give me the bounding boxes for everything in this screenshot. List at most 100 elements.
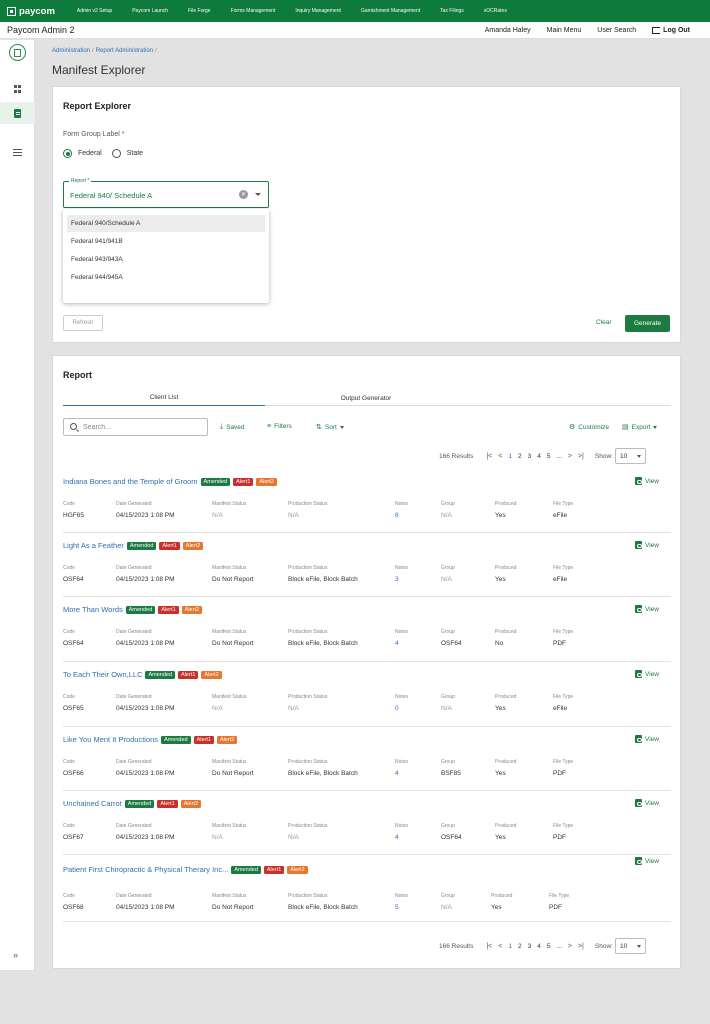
page-5[interactable]: 5	[547, 943, 551, 950]
client-name-link[interactable]: Indiana Bones and the Temple of Groom Ame…	[63, 477, 277, 486]
report-option[interactable]: Federal 943/943A	[67, 251, 265, 268]
report-option[interactable]: Federal 941/941B	[67, 233, 265, 250]
user-name[interactable]: Amanda Haley	[485, 27, 531, 34]
column-header-file-type: File Type	[553, 823, 574, 829]
page-1[interactable]: 1	[508, 943, 512, 950]
chevron-down-icon[interactable]	[255, 193, 261, 196]
page-2[interactable]: 2	[518, 453, 522, 460]
page-3[interactable]: 3	[528, 453, 532, 460]
alert2-badge: Alert2	[201, 670, 222, 679]
cell-date-generated: 04/15/2023 1:08 PM	[116, 576, 175, 583]
cell-notes[interactable]: 5	[395, 904, 399, 911]
breadcrumb-administration[interactable]: Administration	[52, 48, 90, 54]
report-select[interactable]: Report * Federal 940/ Schedule A ✕	[63, 178, 269, 208]
form-group-label: Form Group Label *	[63, 131, 125, 138]
prev-page-icon[interactable]: <	[498, 943, 502, 950]
cell-notes[interactable]: 3	[395, 576, 399, 583]
alert1-badge: Alert1	[159, 541, 180, 550]
generate-button[interactable]: Generate	[625, 315, 670, 332]
filters-button[interactable]: ≡ Filters	[267, 423, 292, 430]
last-page-icon[interactable]: >|	[578, 453, 584, 460]
radio-federal[interactable]: Federal	[63, 149, 102, 158]
view-button[interactable]: View	[635, 857, 659, 865]
main-menu-link[interactable]: Main Menu	[547, 27, 582, 34]
nav-paycom-launch[interactable]: Paycom Launch	[122, 8, 178, 14]
radio-state-indicator[interactable]	[111, 149, 121, 158]
paycom-logo[interactable]: paycom	[7, 6, 55, 17]
cell-date-generated: 04/15/2023 1:08 PM	[116, 834, 175, 841]
client-name-link[interactable]: Unchained Carrot Amended Alert1 Alert2	[63, 799, 202, 808]
nav-inquiry-management[interactable]: Inquiry Management	[285, 8, 351, 14]
client-name-link[interactable]: To Each Their Own,LLC Amended Alert1 Alert2	[63, 670, 222, 679]
cell-notes[interactable]: 8	[395, 512, 399, 519]
first-page-icon[interactable]: |<	[486, 453, 492, 460]
breadcrumb-report-administration[interactable]: Report Administration	[96, 48, 153, 54]
radio-federal-indicator[interactable]	[63, 149, 72, 158]
view-button[interactable]: View	[635, 477, 659, 485]
report-option[interactable]: Federal 940/Schedule A	[67, 215, 265, 232]
first-page-icon[interactable]: |<	[486, 943, 492, 950]
cell-notes[interactable]: 0	[395, 705, 399, 712]
client-name-link[interactable]: Light As a Feather Amended Alert1 Alert2	[63, 541, 204, 550]
column-header-group: Group	[441, 501, 455, 507]
client-name-link[interactable]: More Than Words Amended Alert1 Alert2	[63, 605, 203, 614]
client-name-link[interactable]: Patient First Chiropractic & Physical Th…	[63, 865, 308, 874]
nav-admin-v2-setup[interactable]: Admin v2 Setup	[67, 8, 122, 14]
cell-notes[interactable]: 4	[395, 834, 399, 841]
sidebar-item-list[interactable]	[0, 141, 35, 163]
view-button[interactable]: View	[635, 735, 659, 743]
logout-icon	[652, 26, 661, 34]
page-3[interactable]: 3	[528, 943, 532, 950]
cell-code: OSF64	[63, 576, 84, 583]
report-option[interactable]: Federal 944/945A	[67, 269, 265, 286]
nav-forms-management[interactable]: Forms Management	[221, 8, 286, 14]
cell-notes[interactable]: 4	[395, 640, 399, 647]
cell-group: N/A	[441, 705, 452, 712]
show-label: Show:	[594, 942, 613, 950]
customize-button[interactable]: ⚙ Customize	[569, 423, 609, 432]
cell-notes[interactable]: 4	[395, 770, 399, 777]
radio-state[interactable]: State	[111, 149, 143, 158]
clear-button[interactable]: Clear	[596, 319, 612, 326]
next-page-icon[interactable]: >	[568, 453, 572, 460]
sidebar-item-reports[interactable]	[0, 102, 35, 124]
clear-selection-icon[interactable]: ✕	[239, 190, 248, 199]
view-button[interactable]: View	[635, 605, 659, 613]
tab-output-generator[interactable]: Output Generator	[265, 390, 467, 406]
sort-button[interactable]: ⇅ Sort	[316, 423, 344, 431]
cell-production-status: Block eFile, Block Batch	[288, 770, 358, 777]
nav-garnishment-management[interactable]: Garnishment Management	[351, 8, 430, 14]
column-header-date-generated: Date Generated	[116, 629, 152, 635]
page-4[interactable]: 4	[537, 453, 541, 460]
last-page-icon[interactable]: >|	[578, 943, 584, 950]
view-button[interactable]: View	[635, 799, 659, 807]
next-page-icon[interactable]: >	[568, 943, 572, 950]
page-size-select[interactable]: 10	[614, 938, 646, 954]
refresh-button[interactable]: Refresh	[63, 315, 103, 331]
nav-file-forge[interactable]: File Forge	[178, 8, 221, 14]
view-button[interactable]: View	[635, 670, 659, 678]
column-header-production-status: Production Status	[288, 893, 328, 899]
page-size-select[interactable]: 10	[614, 448, 646, 464]
export-button[interactable]: ▤ Export	[622, 423, 658, 431]
nav-socrates[interactable]: sOCRates	[474, 8, 517, 14]
prev-page-icon[interactable]: <	[498, 453, 502, 460]
user-search-link[interactable]: User Search	[597, 27, 636, 34]
tab-client-list[interactable]: Client List	[63, 390, 265, 406]
cell-group: OSF64	[441, 834, 462, 841]
logout-button[interactable]: Log Out	[652, 26, 690, 34]
saved-button[interactable]: ⤓ Saved	[220, 423, 245, 431]
page-5[interactable]: 5	[547, 453, 551, 460]
view-button[interactable]: View	[635, 541, 659, 549]
app-logo-icon[interactable]	[9, 44, 26, 61]
expand-sidebar-icon[interactable]: »	[13, 950, 18, 960]
page-1[interactable]: 1	[508, 453, 512, 460]
page-2[interactable]: 2	[518, 943, 522, 950]
client-name-link[interactable]: Like You Ment It Productions Amended Alert…	[63, 735, 238, 744]
sidebar-item-dashboard[interactable]	[0, 78, 35, 100]
cell-date-generated: 04/15/2023 1:08 PM	[116, 770, 175, 777]
cell-produced: No	[495, 640, 504, 647]
nav-tax-filings[interactable]: Tax Filings	[430, 8, 474, 14]
page-4[interactable]: 4	[537, 943, 541, 950]
search-input[interactable]	[83, 422, 203, 433]
